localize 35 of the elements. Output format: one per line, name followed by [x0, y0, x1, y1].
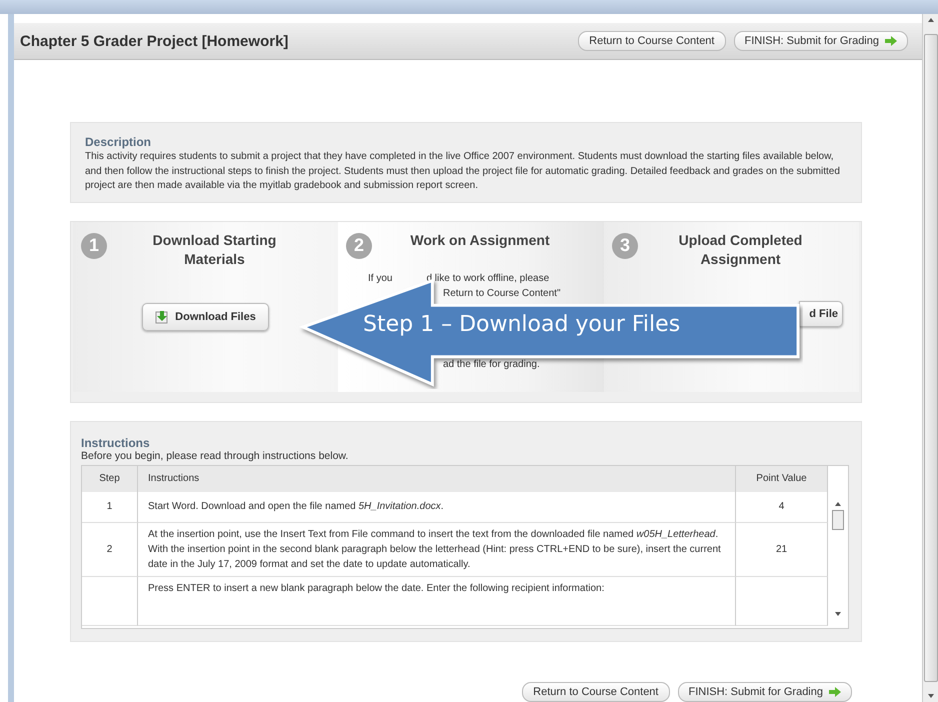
arrow-right-icon — [829, 687, 841, 697]
section-heading: Instructions — [81, 436, 151, 450]
page-title: Chapter 5 Grader Project [Homework] — [20, 32, 288, 50]
step-title: Upload Completed Assignment — [678, 230, 804, 268]
upload-button[interactable]: d File — [799, 300, 843, 326]
return-button[interactable]: Return to Course Content — [578, 31, 726, 51]
callout-text: Step 1 – Download your Files — [363, 312, 680, 336]
arrow-right-icon — [885, 36, 897, 46]
submit-button[interactable]: FINISH: Submit for Grading — [678, 682, 852, 702]
table-cell: 4 — [736, 492, 828, 522]
step-text: ad the file for grading. — [443, 358, 540, 372]
download-icon — [155, 310, 170, 324]
return-button[interactable]: Return to Course Content — [522, 682, 670, 702]
step-number: 1 — [81, 232, 107, 258]
description-text: This activity requires students to submit a project that they have completed in the live Office 2007 environment. Students must download the starting files available below, and then follow the instructional steps to finish the project. Students must then upload the project file for automatic grading. Detailed feedback and grades on the submitted project are then made available via the myitlab gradebook and submission report screen. — [85, 150, 841, 193]
section-subtitle: Before you begin, please read through instructions below. — [81, 450, 350, 462]
table-cell: Press ENTER to insert a new blank paragraph below the date. Enter the following recipient information: — [138, 576, 736, 626]
table-cell: 21 — [736, 522, 828, 576]
table-cell: 2 — [82, 522, 138, 576]
table-cell: 1 — [82, 492, 138, 522]
download-button[interactable]: Download Files — [142, 302, 269, 330]
step-text: Return to Course Content" — [443, 288, 560, 300]
column-header: Step — [82, 466, 138, 492]
step-text: If you — [368, 272, 392, 286]
section-heading: Description — [85, 135, 152, 149]
step-number: 3 — [612, 232, 638, 258]
step-title: Download Starting Materials — [152, 230, 278, 268]
step-title: Work on Assignment — [409, 230, 551, 250]
table-cell: Start Word. Download and open the file named 5H_Invitation.docx. — [138, 492, 736, 522]
scroll-bar[interactable] — [922, 14, 938, 702]
step-number: 2 — [346, 232, 372, 258]
submit-button[interactable]: FINISH: Submit for Grading — [734, 31, 908, 51]
table-cell: At the insertion point, use the Insert Text from File command to insert the text from the downloaded file named w05H_Letterhead. With the insertion point in the second blank paragraph below the letterhead (Hint: press CTRL+END to be sure), insert the current date in the July 17, 2009 format and set the date to update automatically. — [138, 522, 736, 576]
column-header: Instructions — [138, 466, 736, 492]
column-header: Point Value — [736, 466, 828, 492]
